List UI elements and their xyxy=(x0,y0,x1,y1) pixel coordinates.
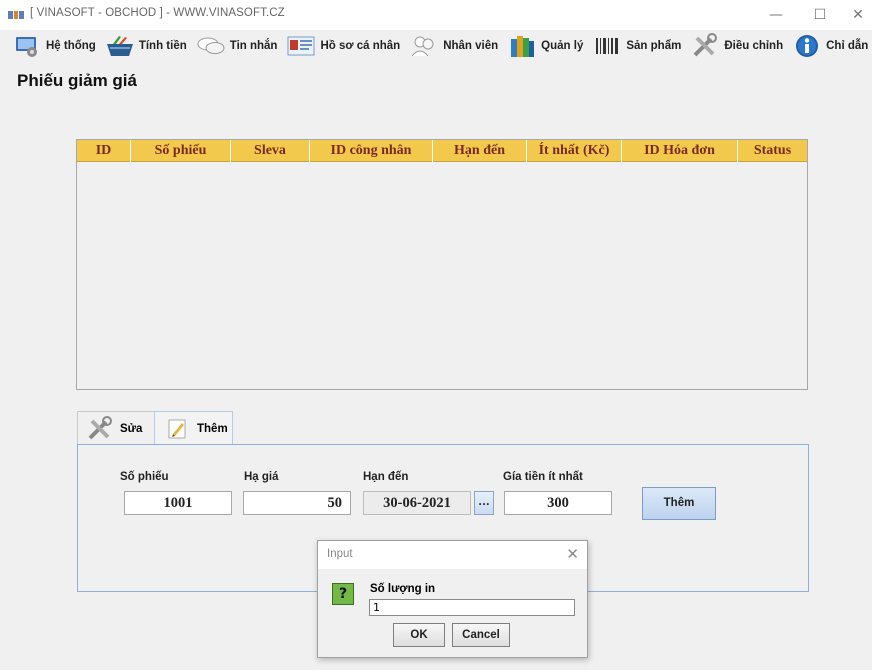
chat-icon xyxy=(196,33,226,59)
books-icon xyxy=(507,33,537,59)
date-picker-button[interactable]: ... xyxy=(474,491,494,515)
menu-label: Hồ sơ cá nhân xyxy=(320,40,401,52)
menu-label: Tính tiền xyxy=(138,40,187,52)
menu-label: Sản phẩm xyxy=(626,40,682,52)
so-phieu-input[interactable]: 1001 xyxy=(124,491,232,515)
menu-item-dieu-chinh[interactable]: Điều chỉnh xyxy=(690,30,783,62)
menu-label: Chỉ dẫn xyxy=(826,40,869,52)
gia-tien-input[interactable]: 300 xyxy=(504,491,612,515)
tab-sua[interactable]: Sửa xyxy=(77,411,155,445)
menu-label: Nhân viên xyxy=(443,40,499,52)
window-title-bar: [ VINASOFT - OBCHOD ] - WWW.VINASOFT.CZ … xyxy=(0,0,872,30)
tab-label: Sửa xyxy=(120,422,143,435)
menu-label: Hệ thống xyxy=(46,40,96,52)
close-button[interactable]: ✕ xyxy=(836,0,872,30)
column-header-han-den[interactable]: Hạn đến xyxy=(433,140,527,162)
ok-button[interactable]: OK xyxy=(393,623,445,647)
so-phieu-label: Số phiếu xyxy=(120,471,169,483)
gia-tien-label: Gía tiền ít nhất xyxy=(503,471,583,483)
menu-label: Tin nhắn xyxy=(229,40,278,52)
window-title: [ VINASOFT - OBCHOD ] - WWW.VINASOFT.CZ xyxy=(30,7,285,19)
dialog-title-bar: Input ✕ xyxy=(318,541,587,569)
menu-item-tinh-tien[interactable]: Tính tiền xyxy=(105,30,187,62)
han-den-input: 30-06-2021 xyxy=(363,491,471,515)
app-logo-icon xyxy=(8,9,24,21)
column-header-status[interactable]: Status xyxy=(738,140,807,162)
print-quantity-input[interactable]: 1 xyxy=(369,599,575,616)
column-header-it-nhat[interactable]: Ít nhất (Kč) xyxy=(527,140,622,162)
menu-item-ho-so[interactable]: Hồ sơ cá nhân xyxy=(286,30,400,62)
edit-icon xyxy=(163,416,191,442)
menu-item-nhan-vien[interactable]: Nhân viên xyxy=(409,30,498,62)
column-header-id-cong-nhan[interactable]: ID công nhân xyxy=(310,140,433,162)
minimize-button[interactable]: — xyxy=(754,0,798,30)
ha-gia-input[interactable]: 50 xyxy=(243,491,351,515)
menu-label: Quản lý xyxy=(541,40,584,52)
menu-label: Điều chỉnh xyxy=(724,40,784,52)
cancel-button[interactable]: Cancel xyxy=(452,623,510,647)
menu-item-quan-ly[interactable]: Quản lý xyxy=(507,30,583,62)
input-dialog: Input ✕ ? Số lượng in 1 OK Cancel xyxy=(317,540,588,658)
info-icon xyxy=(792,33,822,59)
column-header-sleva[interactable]: Sleva xyxy=(231,140,310,162)
column-header-id-hoa-don[interactable]: ID Hóa đơn xyxy=(622,140,738,162)
ha-gia-label: Hạ giá xyxy=(244,471,279,483)
menu-item-tin-nhan[interactable]: Tin nhắn xyxy=(196,30,278,62)
tab-them[interactable]: Thêm xyxy=(154,411,233,445)
table-header: ID Số phiếu Sleva ID công nhân Hạn đến Í… xyxy=(77,140,807,162)
han-den-label: Hạn đến xyxy=(363,471,409,483)
dialog-close-button[interactable]: ✕ xyxy=(566,545,579,563)
menu-item-san-pham[interactable]: Sản phẩm xyxy=(592,30,681,62)
menu-item-chi-dan[interactable]: Chỉ dẫn xyxy=(792,30,868,62)
column-header-so-phieu[interactable]: Số phiếu xyxy=(131,140,231,162)
column-header-id[interactable]: ID xyxy=(77,140,131,162)
barcode-icon xyxy=(592,33,622,59)
menu-item-he-thong[interactable]: Hệ thống xyxy=(12,30,96,62)
them-button[interactable]: Thêm xyxy=(642,487,716,520)
tools-icon xyxy=(86,415,114,442)
dialog-title: Input xyxy=(327,548,353,560)
profile-card-icon xyxy=(286,33,316,59)
tab-label: Thêm xyxy=(197,422,228,435)
cart-icon xyxy=(105,33,135,59)
voucher-table[interactable]: ID Số phiếu Sleva ID công nhân Hạn đến Í… xyxy=(76,139,808,390)
page-title: Phiếu giảm giá xyxy=(17,71,137,90)
tools-icon xyxy=(690,33,720,59)
menu-bar: Hệ thống Tính tiền Tin nhắn Hồ sơ cá nhâ… xyxy=(0,30,872,62)
people-icon xyxy=(409,33,439,59)
dialog-label: Số lượng in xyxy=(370,583,436,595)
question-icon: ? xyxy=(332,583,354,605)
system-icon xyxy=(12,33,42,59)
